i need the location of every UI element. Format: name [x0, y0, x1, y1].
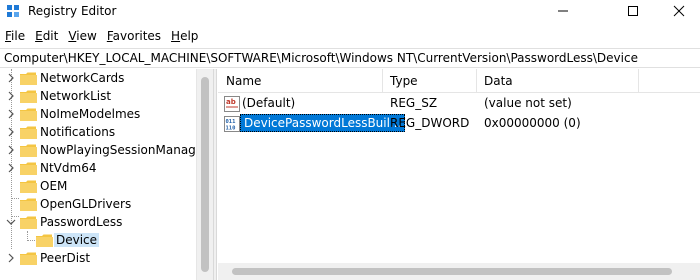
close-icon — [673, 5, 685, 17]
tree-item-label: NetworkCards — [40, 71, 125, 85]
registry-editor-app-icon — [7, 5, 19, 17]
folder-icon — [20, 144, 37, 157]
folder-icon — [20, 90, 37, 103]
value-name-selected[interactable]: DevicePasswordLessBuil... — [240, 114, 406, 132]
menu-view[interactable]: View — [63, 26, 101, 46]
value-type: REG_DWORD — [390, 116, 470, 130]
chevron-right-icon[interactable] — [6, 91, 16, 101]
folder-icon — [20, 162, 37, 175]
key-tree: NetworkCards NetworkList NoImeModelmes N… — [0, 69, 212, 280]
folder-icon — [20, 72, 37, 85]
tree-item-nowplayingsessionmanager[interactable]: NowPlayingSessionManager — [0, 141, 208, 159]
value-name: (Default) — [242, 96, 296, 110]
column-header-name[interactable]: Name — [226, 74, 261, 88]
value-data: (value not set) — [484, 96, 572, 110]
tree-item-label: Notifications — [40, 125, 116, 139]
value-type: REG_SZ — [390, 96, 438, 110]
value-data: 0x00000000 (0) — [484, 116, 581, 130]
menu-edit[interactable]: Edit — [30, 26, 63, 46]
folder-icon — [36, 234, 53, 247]
close-button[interactable] — [656, 0, 700, 22]
scrollbar-thumb[interactable] — [232, 268, 672, 275]
string-value-icon: ab — [224, 96, 240, 112]
tree-item-label: NetworkList — [40, 89, 112, 103]
tree-item-ntvdm64[interactable]: NtVdm64 — [0, 159, 196, 177]
minimize-icon — [558, 10, 568, 12]
dword-value-icon: 011 110 — [224, 116, 240, 132]
menu-file[interactable]: File — [0, 26, 30, 46]
tree-item-opengldrivers[interactable]: OpenGLDrivers — [0, 195, 196, 213]
tree-item-label: OpenGLDrivers — [40, 197, 132, 211]
menu-help-accel: H — [171, 29, 181, 43]
values-list: Name Type Data ab (Default) REG_SZ (valu… — [218, 69, 700, 280]
tree-item-peerdist[interactable]: PeerDist — [0, 249, 196, 267]
column-header-data[interactable]: Data — [484, 74, 513, 88]
tree-item-device[interactable]: Device — [0, 231, 196, 249]
tree-item-label: OEM — [40, 179, 68, 193]
title-bar: Registry Editor — [0, 0, 700, 22]
chevron-right-icon[interactable] — [6, 73, 16, 83]
maximize-button[interactable] — [610, 0, 656, 22]
folder-icon — [20, 180, 37, 193]
tree-item-label: NtVdm64 — [40, 161, 97, 175]
tree-item-label: PasswordLess — [40, 215, 123, 229]
chevron-down-icon[interactable] — [6, 217, 16, 227]
menu-edit-accel: E — [35, 29, 43, 43]
chevron-right-icon[interactable] — [6, 163, 16, 173]
column-divider[interactable] — [638, 69, 639, 93]
value-row-default[interactable]: ab (Default) REG_SZ (value not set) — [218, 94, 700, 114]
column-divider[interactable] — [382, 69, 383, 93]
list-header: Name Type Data — [218, 69, 700, 93]
pane-splitter[interactable] — [213, 69, 217, 280]
address-bar[interactable]: Computer\HKEY_LOCAL_MACHINE\SOFTWARE\Mic… — [0, 48, 700, 68]
scrollbar-thumb[interactable] — [201, 77, 209, 272]
chevron-right-icon[interactable] — [6, 145, 16, 155]
tree-item-oem[interactable]: OEM — [0, 177, 196, 195]
folder-icon — [20, 198, 37, 211]
minimize-button[interactable] — [540, 0, 586, 22]
window-title: Registry Editor — [28, 4, 117, 18]
menu-edit-label: dit — [42, 29, 59, 43]
svg-text:ab: ab — [226, 98, 236, 106]
menu-bar: File Edit View Favorites Help — [0, 26, 700, 46]
folder-icon — [20, 108, 37, 121]
menu-help-label: elp — [180, 29, 199, 43]
menu-file-label: ile — [11, 29, 26, 43]
chevron-right-icon[interactable] — [6, 109, 16, 119]
chevron-right-icon[interactable] — [6, 253, 16, 263]
tree-item-networklist[interactable]: NetworkList — [0, 87, 196, 105]
svg-text:011: 011 — [226, 119, 237, 125]
tree-item-passwordless[interactable]: PasswordLess — [0, 213, 196, 231]
tree-item-networkcards[interactable]: NetworkCards — [0, 69, 196, 87]
maximize-icon — [628, 6, 638, 16]
menu-favorites[interactable]: Favorites — [102, 26, 166, 46]
column-header-type[interactable]: Type — [390, 74, 418, 88]
folder-icon — [20, 126, 37, 139]
tree-item-noimemodelmes[interactable]: NoImeModelmes — [0, 105, 196, 123]
menu-view-label: iew — [76, 29, 97, 43]
chevron-right-icon[interactable] — [6, 127, 16, 137]
tree-vertical-scrollbar[interactable] — [196, 69, 213, 280]
tree-item-label-selected: Device — [54, 233, 100, 247]
menu-favorites-label: avorites — [112, 29, 162, 43]
menu-help[interactable]: Help — [166, 26, 203, 46]
tree-item-label: NowPlayingSessionManager — [40, 143, 209, 157]
list-horizontal-scrollbar[interactable] — [218, 263, 700, 280]
tree-item-label: NoImeModelmes — [40, 107, 141, 121]
column-divider[interactable] — [476, 69, 477, 93]
folder-icon — [20, 252, 37, 265]
value-row-devicepasswordless[interactable]: 011 110 DevicePasswordLessBuil... REG_DW… — [218, 114, 700, 134]
svg-text:110: 110 — [226, 126, 236, 132]
folder-open-icon — [20, 216, 37, 229]
tree-item-notifications[interactable]: Notifications — [0, 123, 196, 141]
tree-item-label: PeerDist — [40, 251, 91, 265]
